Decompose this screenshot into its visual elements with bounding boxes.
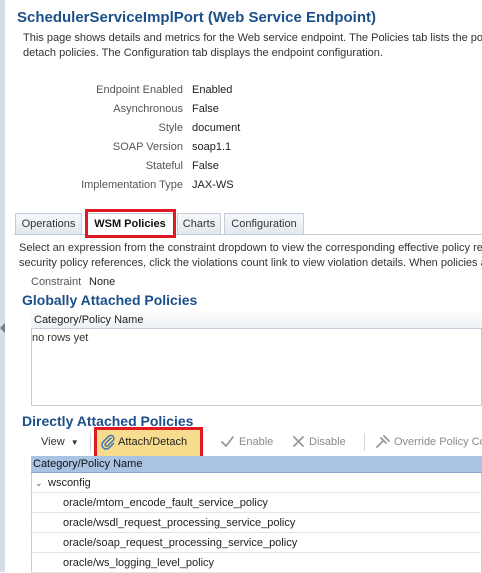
policy-name: oracle/ws_logging_level_policy	[63, 557, 215, 569]
page-description: This page shows details and metrics for …	[23, 31, 482, 61]
chevron-down-icon: ▼	[70, 438, 79, 447]
disable-button[interactable]: Disable	[309, 436, 346, 448]
table-row[interactable]: oracle/wsdl_request_processing_service_p…	[31, 513, 482, 533]
table-row[interactable]: oracle/mtom_encode_fault_service_policy	[31, 493, 482, 513]
left-collapse-strip[interactable]	[0, 0, 5, 572]
page-description-line-1: This page shows details and metrics for …	[23, 32, 482, 44]
global-table-column-header[interactable]: Category/Policy Name	[31, 312, 482, 329]
tab-configuration[interactable]: Configuration	[224, 213, 304, 234]
global-empty-text: no rows yet	[32, 332, 89, 344]
policy-name: oracle/mtom_encode_fault_service_policy	[63, 497, 268, 509]
override-policy-button[interactable]: Override Policy Co	[394, 436, 482, 448]
enable-button[interactable]: Enable	[239, 436, 273, 448]
view-menu-button[interactable]: View ▼	[41, 436, 79, 448]
direct-table-column-header[interactable]: Category/Policy Name	[31, 456, 482, 473]
checkmark-icon	[220, 434, 235, 449]
asynchronous-value: False	[192, 103, 219, 115]
override-policy-icon	[375, 434, 391, 449]
tab-operations[interactable]: Operations	[15, 213, 82, 234]
style-value: document	[192, 122, 241, 134]
tab-charts[interactable]: Charts	[177, 213, 221, 234]
toolbar-separator	[90, 433, 91, 451]
stateful-label: Stateful	[145, 160, 183, 172]
implementation-type-label: Implementation Type	[81, 179, 183, 191]
policy-name: oracle/wsdl_request_processing_service_p…	[63, 517, 296, 529]
group-label: wsconfig	[48, 477, 91, 489]
page-description-line-2: detach policies. The Configuration tab d…	[23, 47, 383, 59]
table-row-group[interactable]: ⌄ wsconfig	[31, 473, 482, 493]
style-label: Style	[158, 122, 183, 134]
policy-name: oracle/soap_request_processing_service_p…	[63, 537, 298, 549]
toolbar-separator	[364, 433, 365, 451]
asynchronous-label: Asynchronous	[113, 103, 183, 115]
endpoint-enabled-value: Enabled	[192, 84, 233, 96]
policies-description: Select an expression from the constraint…	[19, 241, 482, 271]
policies-description-line-2: security policy references, click the vi…	[19, 257, 482, 269]
soap-version-value: soap1.1	[192, 141, 232, 153]
globally-attached-title: Globally Attached Policies	[22, 292, 198, 308]
constraint-label: Constraint	[31, 276, 82, 288]
policies-description-line-1: Select an expression from the constraint…	[19, 242, 482, 254]
page-title: SchedulerServiceImplPort (Web Service En…	[17, 9, 376, 26]
wsm-policies-highlight-box	[85, 209, 176, 238]
attach-detach-highlight-box	[94, 427, 203, 459]
implementation-type-value: JAX-WS	[192, 179, 234, 191]
view-menu-label: View	[41, 436, 65, 448]
soap-version-label: SOAP Version	[112, 141, 183, 153]
chevron-down-icon[interactable]: ⌄	[35, 473, 43, 493]
table-row[interactable]: oracle/soap_request_processing_service_p…	[31, 533, 482, 553]
stateful-value: False	[192, 160, 219, 172]
table-row[interactable]: oracle/ws_logging_level_policy	[31, 553, 482, 573]
collapse-arrow-icon[interactable]	[0, 323, 5, 333]
endpoint-enabled-label: Endpoint Enabled	[96, 84, 183, 96]
disable-x-icon	[291, 434, 306, 449]
constraint-value: None	[89, 276, 116, 288]
